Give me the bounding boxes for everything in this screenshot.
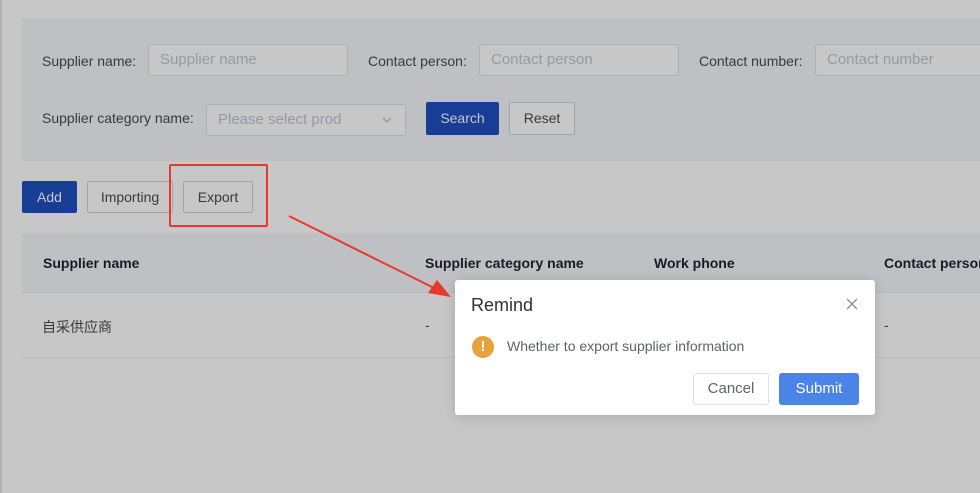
- modal-overlay[interactable]: [0, 0, 980, 493]
- cancel-button[interactable]: Cancel: [693, 373, 769, 405]
- export-highlight-annotation: [169, 164, 268, 227]
- dialog-title: Remind: [471, 295, 534, 315]
- remind-dialog: Remind ! Whether to export supplier info…: [455, 280, 875, 415]
- submit-button[interactable]: Submit: [779, 373, 859, 405]
- warning-icon: !: [472, 336, 494, 358]
- dialog-message: Whether to export supplier information: [507, 338, 745, 354]
- close-icon[interactable]: [845, 297, 859, 311]
